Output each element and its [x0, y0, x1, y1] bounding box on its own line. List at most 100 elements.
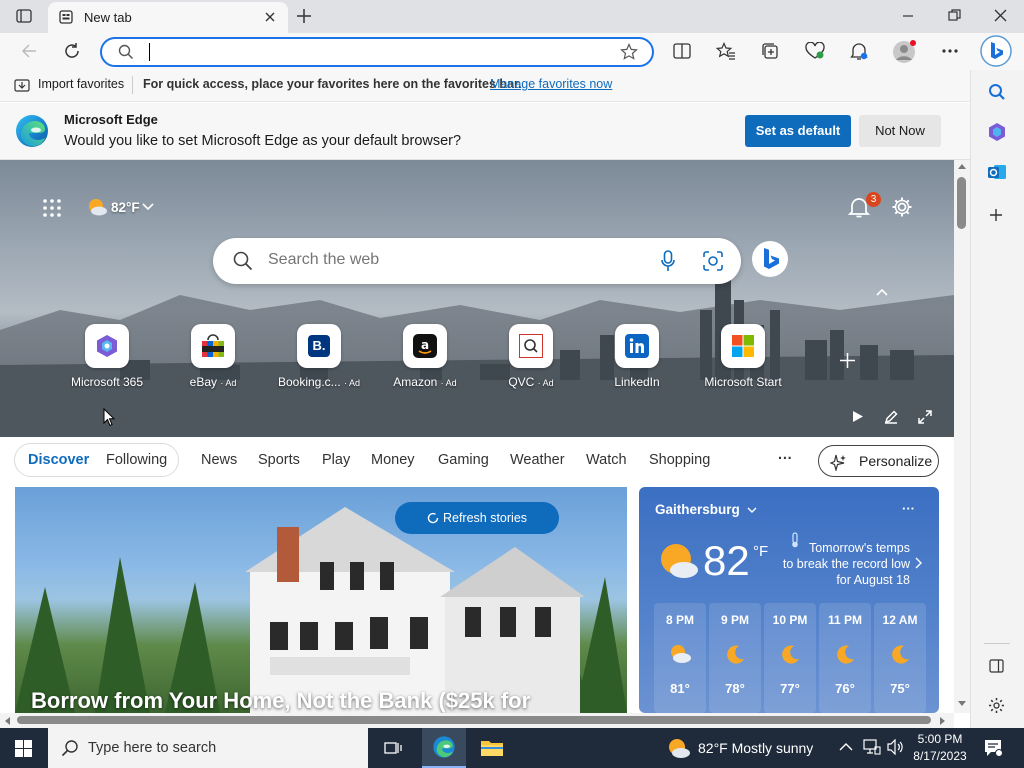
tab-actions-icon[interactable]: [16, 8, 32, 24]
scroll-thumb[interactable]: [957, 177, 966, 229]
add-quick-link-icon[interactable]: [839, 352, 856, 369]
tab-following[interactable]: Following: [106, 452, 167, 468]
web-search-box[interactable]: [213, 238, 741, 284]
sidebar-search-icon[interactable]: [988, 83, 1006, 101]
tab-money[interactable]: Money: [371, 452, 415, 468]
address-input[interactable]: [146, 43, 606, 61]
tray-chevron-up-icon[interactable]: [839, 742, 853, 751]
refresh-button[interactable]: [63, 42, 81, 60]
task-view-icon[interactable]: [383, 738, 403, 758]
sidebar-add-icon[interactable]: [989, 208, 1003, 222]
back-button[interactable]: [20, 43, 38, 59]
expand-fullscreen-icon[interactable]: [918, 410, 932, 424]
collapse-chevron-up-icon[interactable]: [876, 288, 888, 296]
clock-time[interactable]: 5:00 PM: [917, 732, 963, 746]
minimize-button[interactable]: [902, 10, 914, 22]
volume-icon[interactable]: [887, 739, 905, 755]
notifications-bell-icon[interactable]: [850, 42, 868, 61]
tab-news[interactable]: News: [201, 452, 237, 468]
news-headline[interactable]: Borrow from Your Home, Not the Bank ($25…: [31, 688, 530, 714]
scroll-left-arrow-icon[interactable]: [4, 717, 10, 725]
clock-date[interactable]: 8/17/2023: [910, 749, 970, 763]
sidebar-outlook-icon[interactable]: [987, 162, 1007, 182]
scroll-right-arrow-icon[interactable]: [940, 717, 946, 725]
horizontal-scrollbar[interactable]: [0, 713, 954, 728]
restore-button[interactable]: [948, 9, 961, 22]
quick-link-microsoft-start[interactable]: [721, 324, 765, 368]
sidebar-copilot-icon[interactable]: [987, 122, 1007, 142]
microphone-icon[interactable]: [661, 250, 675, 272]
taskbar-edge-app[interactable]: [422, 728, 466, 768]
sunny-cloud-icon: [86, 197, 108, 217]
action-center-icon[interactable]: [983, 738, 1003, 758]
windows-start-button[interactable]: [15, 740, 32, 757]
tab-shopping[interactable]: Shopping: [649, 452, 710, 468]
weather-note[interactable]: Tomorrow's temps to break the record low…: [773, 540, 910, 588]
personalize-button[interactable]: Personalize: [818, 445, 939, 477]
page-settings-gear-icon[interactable]: [891, 196, 913, 218]
close-window-button[interactable]: [994, 9, 1007, 22]
profile-avatar[interactable]: [892, 40, 916, 64]
tab-sports[interactable]: Sports: [258, 452, 300, 468]
hourly-forecast-item[interactable]: 11 PM 76°: [819, 603, 871, 713]
quick-link-booking[interactable]: B.: [297, 324, 341, 368]
quick-link-microsoft-365[interactable]: [85, 324, 129, 368]
chevron-right-icon[interactable]: [915, 557, 922, 569]
settings-more-icon[interactable]: [941, 48, 959, 54]
vertical-scrollbar[interactable]: [954, 160, 970, 713]
tab-discover[interactable]: Discover: [28, 452, 89, 468]
apps-launcher-icon[interactable]: [43, 199, 61, 217]
hide-sidebar-icon[interactable]: [989, 659, 1004, 673]
more-tabs-button[interactable]: ···: [778, 451, 793, 467]
weather-chip[interactable]: 82°F: [86, 196, 158, 220]
collections-icon[interactable]: [761, 42, 779, 60]
tab-play[interactable]: Play: [322, 452, 350, 468]
taskbar-search-box[interactable]: Type here to search: [48, 728, 368, 768]
weather-location[interactable]: Gaithersburg: [655, 502, 740, 517]
location-chevron-down-icon[interactable]: [747, 507, 757, 514]
play-background-icon[interactable]: [852, 410, 864, 423]
bing-chat-button[interactable]: [980, 35, 1012, 67]
set-as-default-button[interactable]: Set as default: [745, 115, 851, 147]
import-favorites-link[interactable]: Import favorites: [38, 77, 124, 91]
scroll-up-arrow-icon[interactable]: [958, 163, 966, 169]
quick-link-ebay[interactable]: [191, 324, 235, 368]
quick-link-label: Microsoft Start: [704, 375, 782, 389]
file-explorer-icon[interactable]: [480, 738, 504, 758]
hourly-forecast-item[interactable]: 9 PM 78°: [709, 603, 761, 713]
close-tab-icon[interactable]: [264, 11, 280, 27]
tab-gaming[interactable]: Gaming: [438, 452, 489, 468]
hourly-forecast-item[interactable]: 10 PM 77°: [764, 603, 816, 713]
scroll-thumb[interactable]: [17, 716, 931, 724]
favorites-icon[interactable]: [716, 42, 736, 60]
forecast-temp: 76°: [835, 681, 855, 696]
favorite-star-icon[interactable]: [620, 43, 638, 61]
visual-search-icon[interactable]: [703, 251, 723, 271]
scroll-down-arrow-icon[interactable]: [958, 701, 966, 707]
network-icon[interactable]: [863, 739, 881, 755]
bing-button[interactable]: [751, 240, 789, 278]
hourly-forecast-item[interactable]: 12 AM 75°: [874, 603, 926, 713]
sparkle-icon: [830, 453, 848, 471]
edit-background-icon[interactable]: [884, 410, 898, 424]
refresh-stories-button[interactable]: Refresh stories: [395, 502, 559, 534]
tab-new-tab[interactable]: New tab: [48, 2, 288, 33]
weather-more-button[interactable]: ···: [902, 501, 915, 516]
taskbar-weather-text[interactable]: 82°F Mostly sunny: [698, 740, 813, 756]
split-screen-icon[interactable]: [673, 43, 691, 59]
tab-weather[interactable]: Weather: [510, 452, 565, 468]
mouse-cursor-icon: [103, 408, 115, 427]
quick-link-amazon[interactable]: a: [403, 324, 447, 368]
browser-essentials-icon[interactable]: [805, 42, 825, 60]
manage-favorites-link[interactable]: Manage favorites now: [490, 77, 612, 91]
moon-icon: [833, 643, 857, 665]
address-bar[interactable]: [100, 37, 654, 67]
web-search-input[interactable]: [268, 251, 628, 269]
tab-watch[interactable]: Watch: [586, 452, 627, 468]
hourly-forecast-item[interactable]: 8 PM 81°: [654, 603, 706, 713]
new-tab-button[interactable]: [296, 8, 312, 24]
quick-link-qvc[interactable]: [509, 324, 553, 368]
quick-link-linkedin[interactable]: [615, 324, 659, 368]
not-now-button[interactable]: Not Now: [859, 115, 941, 147]
sidebar-settings-gear-icon[interactable]: [988, 697, 1005, 714]
